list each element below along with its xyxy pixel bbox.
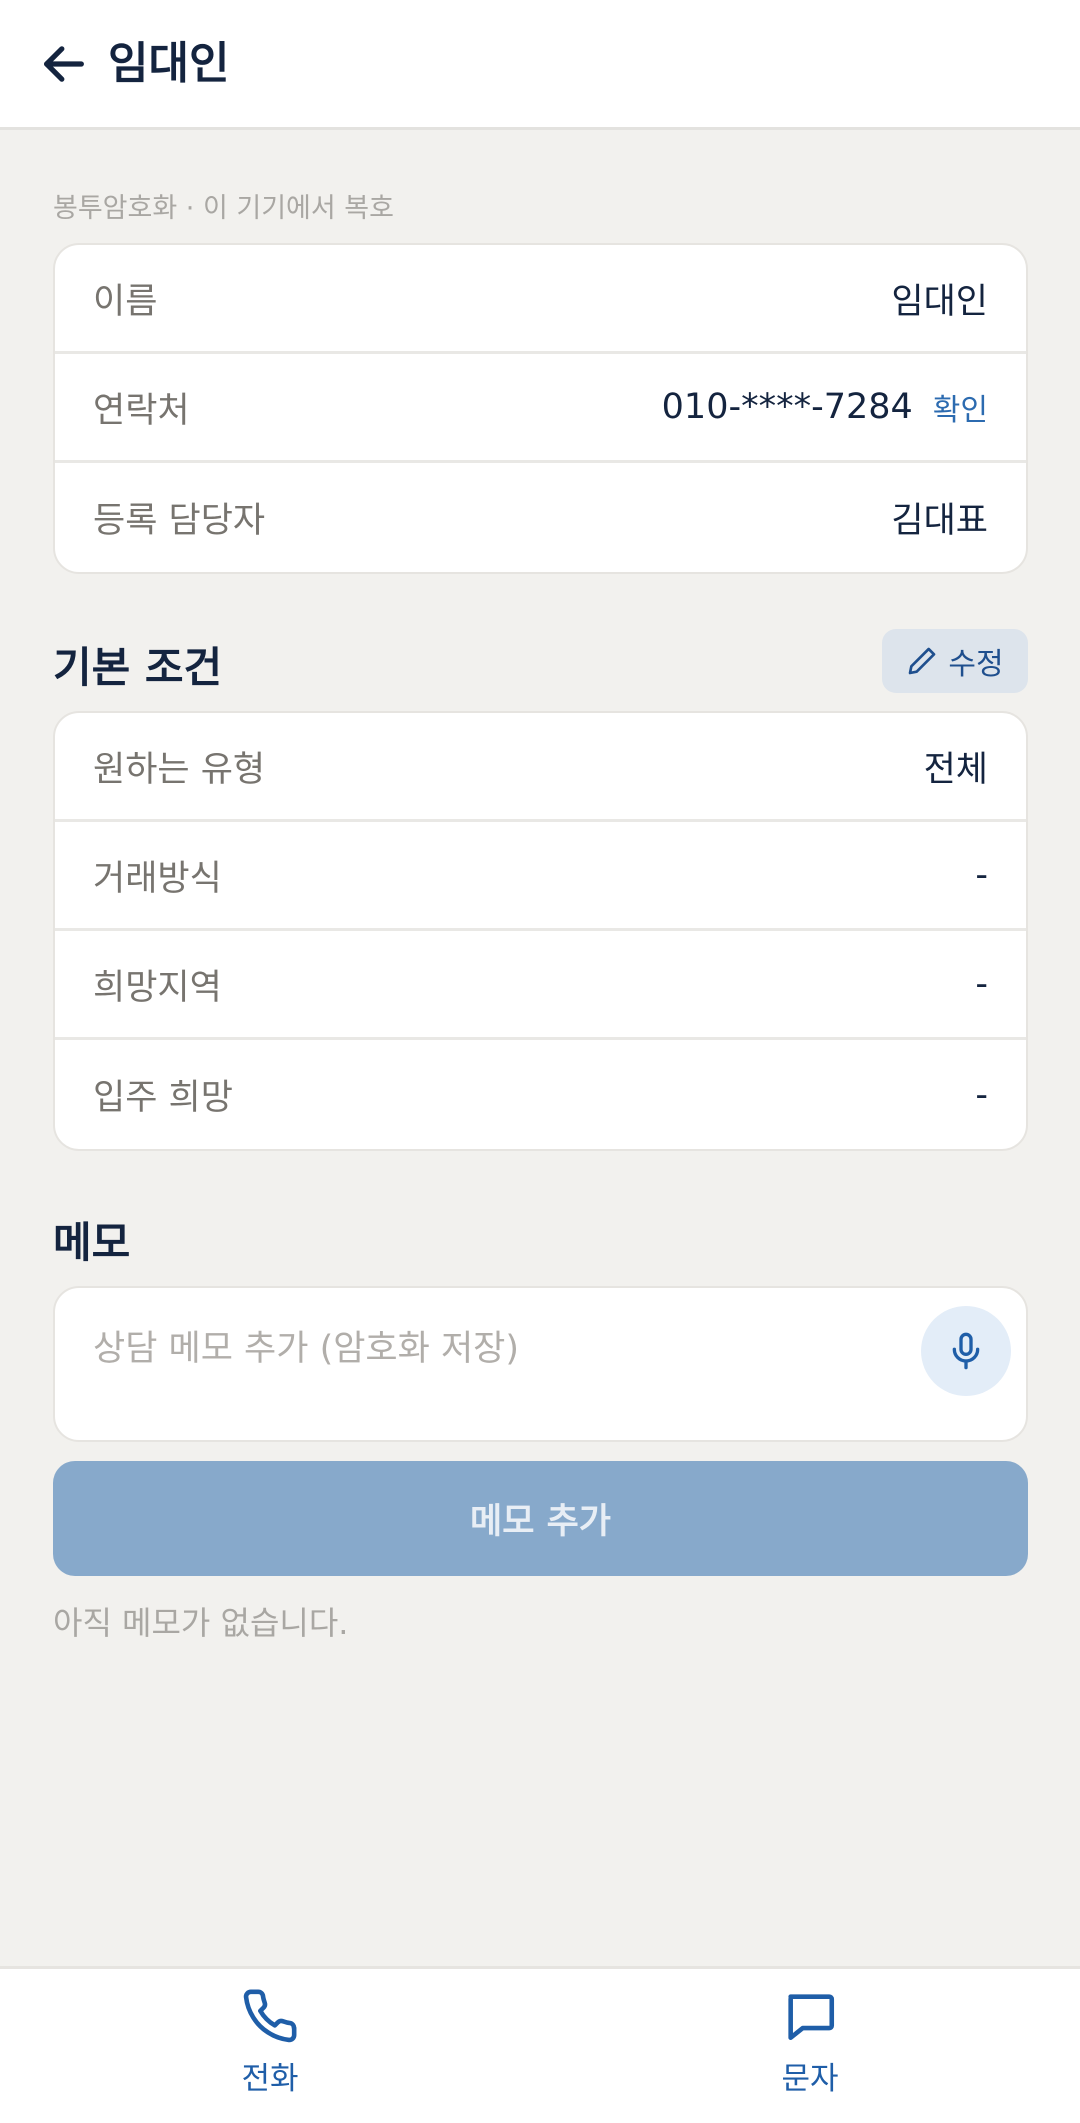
top-app-bar: 임대인 — [0, 0, 1080, 130]
info-row-manager: 등록 담당자 김대표 — [55, 463, 1026, 572]
voice-input-button[interactable] — [921, 1306, 1011, 1396]
message-label: 문자 — [781, 2061, 839, 2097]
arrow-left-icon — [44, 46, 84, 82]
confirm-contact-link[interactable]: 확인 — [933, 385, 988, 429]
row-label: 등록 담당자 — [93, 501, 266, 541]
condition-row-type: 원하는 유형 전체 — [55, 713, 1026, 822]
row-value: - — [975, 855, 988, 895]
microphone-icon — [952, 1332, 980, 1370]
row-label: 거래방식 — [93, 858, 222, 899]
row-label: 희망지역 — [93, 967, 222, 1008]
row-value: 김대표 — [891, 501, 988, 541]
conditions-card: 원하는 유형 전체 거래방식 - 희망지역 - 입주 희망 - — [53, 711, 1028, 1151]
back-button[interactable] — [36, 36, 92, 92]
bottom-action-bar: 전화 문자 — [0, 1966, 1080, 2123]
page-title: 임대인 — [108, 38, 230, 89]
edit-label: 수정 — [948, 647, 1004, 682]
memo-input[interactable]: 상담 메모 추가 (암호화 저장) — [53, 1286, 1028, 1442]
row-value: - — [975, 964, 988, 1004]
memo-empty-text: 아직 메모가 없습니다. — [53, 1604, 349, 1642]
phone-icon — [243, 1989, 297, 2043]
row-label: 연락처 — [93, 390, 190, 431]
memo-placeholder: 상담 메모 추가 (암호화 저장) — [93, 1329, 520, 1369]
call-label: 전화 — [241, 2061, 299, 2097]
condition-row-region: 희망지역 - — [55, 931, 1026, 1040]
edit-conditions-button[interactable]: 수정 — [882, 629, 1028, 693]
info-row-contact: 연락처 010-****-7284 확인 — [55, 354, 1026, 463]
row-value: 전체 — [923, 749, 988, 790]
message-button[interactable]: 문자 — [730, 1987, 890, 2117]
encryption-note: 봉투암호화 · 이 기기에서 복호 — [53, 193, 394, 224]
phone-number: 010-****-7284 — [661, 387, 913, 427]
row-label: 이름 — [93, 281, 158, 322]
memo-title: 메모 — [53, 1218, 131, 1267]
row-value: 임대인 — [891, 281, 988, 322]
contact-value: 010-****-7284 확인 — [662, 385, 988, 429]
row-label: 입주 희망 — [93, 1078, 233, 1118]
pencil-icon — [909, 647, 936, 675]
info-card: 이름 임대인 연락처 010-****-7284 확인 등록 담당자 김대표 — [53, 243, 1028, 574]
conditions-title: 기본 조건 — [53, 643, 223, 692]
row-label: 원하는 유형 — [93, 749, 266, 790]
row-value: - — [975, 1074, 988, 1115]
call-button[interactable]: 전화 — [190, 1987, 350, 2117]
condition-row-deal: 거래방식 - — [55, 822, 1026, 931]
info-row-name: 이름 임대인 — [55, 245, 1026, 354]
add-memo-button[interactable]: 메모 추가 — [53, 1461, 1028, 1576]
condition-row-move-in: 입주 희망 - — [55, 1040, 1026, 1149]
chat-bubble-icon — [788, 1994, 835, 2041]
